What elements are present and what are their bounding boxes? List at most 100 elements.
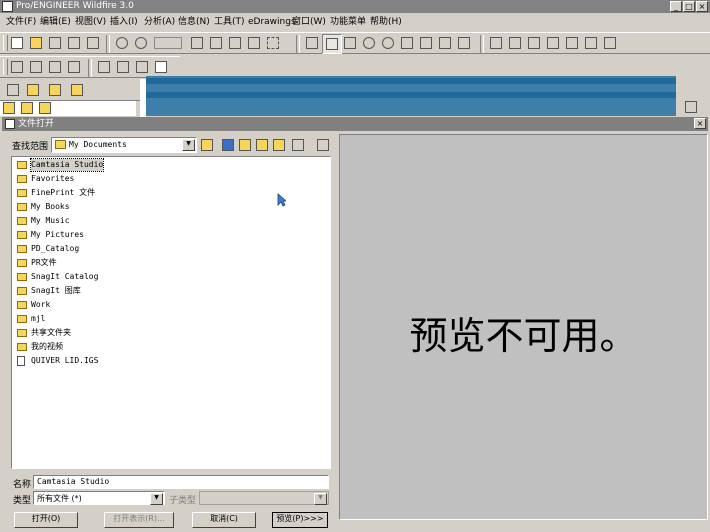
dialog-close-button[interactable]: × (694, 118, 706, 129)
zoom-in-icon (363, 37, 375, 49)
folder-icon (55, 140, 66, 149)
folder-icon (17, 231, 27, 239)
chevron-down-icon[interactable]: ▼ (182, 139, 195, 151)
dialog-icon (5, 119, 15, 129)
in-session-icon (273, 139, 285, 151)
datum-axis-icon (509, 37, 521, 49)
regenerate-button[interactable] (151, 34, 185, 52)
up-folder-button[interactable] (199, 137, 215, 153)
trim-button[interactable] (46, 58, 64, 76)
paste-special-button[interactable] (245, 34, 263, 52)
app-icon (2, 1, 13, 12)
in-session-button[interactable] (271, 137, 287, 153)
datum-plane-button[interactable] (487, 34, 505, 52)
layers-button[interactable] (455, 34, 473, 52)
save-copy-button[interactable] (65, 34, 83, 52)
working-dir-button[interactable] (237, 137, 253, 153)
cut-button[interactable] (188, 34, 206, 52)
tools-button[interactable] (315, 137, 331, 153)
lookin-value: My Documents (69, 140, 127, 149)
new-folder-icon (39, 102, 51, 114)
open-button[interactable]: 打开(O) (14, 512, 78, 528)
new-folder-icon (256, 139, 268, 151)
saved-views-button[interactable] (436, 34, 454, 52)
menu-view[interactable]: 视图(V) (75, 16, 106, 28)
redo-icon (135, 37, 147, 49)
datum-axis-button[interactable] (506, 34, 524, 52)
spin-center-button[interactable] (322, 34, 342, 54)
menu-edit[interactable]: 编辑(E) (40, 16, 71, 28)
chevron-down-icon[interactable]: ▼ (150, 493, 163, 505)
views-button[interactable] (290, 137, 310, 153)
type-value: 所有文件 (*) (37, 494, 82, 503)
coord-system-button[interactable] (544, 34, 562, 52)
folder-icon (17, 217, 27, 225)
wireframe-button[interactable] (95, 58, 113, 76)
new-file-button[interactable] (8, 34, 26, 52)
undo-button[interactable] (113, 34, 131, 52)
lookin-combo[interactable]: My Documents ▼ (51, 137, 197, 153)
preview-button[interactable]: 预览(P)>>> (272, 512, 328, 528)
reorient-button[interactable] (417, 34, 435, 52)
copy-button[interactable] (207, 34, 225, 52)
subtype-label: 子类型 (169, 496, 197, 506)
shading-button[interactable] (152, 58, 170, 76)
menu-tools[interactable]: 工具(T) (214, 16, 245, 28)
nav-folder-button[interactable] (2, 101, 16, 115)
annotation-button[interactable] (563, 34, 581, 52)
no-hidden-button[interactable] (133, 58, 151, 76)
print-button[interactable] (84, 34, 102, 52)
favorites-tab[interactable] (46, 81, 64, 99)
hidden-line-button[interactable] (114, 58, 132, 76)
model-tree-tab[interactable] (4, 81, 22, 99)
no-hidden-icon (136, 61, 148, 73)
toolbar-separator (296, 35, 300, 53)
menu-insert[interactable]: 插入(I) (110, 16, 138, 28)
filename-value: Camtasia Studio (37, 477, 110, 486)
menu-edrawings[interactable]: eDrawings (248, 16, 296, 28)
nav-new-folder-button[interactable] (38, 101, 52, 115)
menu-window[interactable]: 窗口(W) (292, 16, 326, 28)
redraw-icon (306, 37, 318, 49)
zoom-out-button[interactable] (379, 34, 397, 52)
right-tool-button[interactable] (682, 98, 700, 116)
redo-button[interactable] (132, 34, 150, 52)
toolbar-separator (88, 59, 92, 77)
filename-input[interactable]: Camtasia Studio (33, 475, 329, 489)
file-list[interactable]: Camtasia Studio Favorites FinePrint 文件 M… (11, 156, 331, 469)
close-button[interactable]: × (696, 1, 708, 12)
scissors-icon (191, 37, 203, 49)
line-button[interactable] (27, 58, 45, 76)
menu-info[interactable]: 信息(N) (178, 16, 210, 28)
whats-this-button[interactable] (601, 34, 619, 52)
sketch-button[interactable] (8, 58, 26, 76)
folder-browser-tab[interactable] (24, 81, 42, 99)
restore-button[interactable]: □ (683, 1, 695, 12)
connections-tab[interactable] (68, 81, 86, 99)
datum-point-button[interactable] (525, 34, 543, 52)
orient-button[interactable] (341, 34, 359, 52)
refit-button[interactable] (398, 34, 416, 52)
preview-pane: 预览不可用。 (339, 134, 708, 520)
graphics-window[interactable] (146, 76, 676, 116)
cancel-button[interactable]: 取消(C) (192, 512, 256, 528)
menu-file[interactable]: 文件(F) (6, 16, 36, 28)
menu-function[interactable]: 功能菜单 (330, 16, 366, 28)
save-button[interactable] (46, 34, 64, 52)
trim-icon (49, 61, 61, 73)
folder-icon (17, 301, 27, 309)
menu-help[interactable]: 帮助(H) (370, 16, 402, 28)
redraw-button[interactable] (303, 34, 321, 52)
desktop-button[interactable] (220, 137, 236, 153)
zoom-in-button[interactable] (360, 34, 378, 52)
selection-filter-button[interactable] (264, 34, 292, 52)
spin-center-toggle-button[interactable] (582, 34, 600, 52)
minimize-button[interactable]: _ (670, 1, 682, 12)
divide-button[interactable] (65, 58, 83, 76)
paste-button[interactable] (226, 34, 244, 52)
menu-analysis[interactable]: 分析(A) (144, 16, 175, 28)
nav-delete-button[interactable] (20, 101, 34, 115)
new-folder-button[interactable] (254, 137, 270, 153)
open-file-button[interactable] (27, 34, 45, 52)
type-select[interactable]: 所有文件 (*) ▼ (33, 491, 165, 505)
